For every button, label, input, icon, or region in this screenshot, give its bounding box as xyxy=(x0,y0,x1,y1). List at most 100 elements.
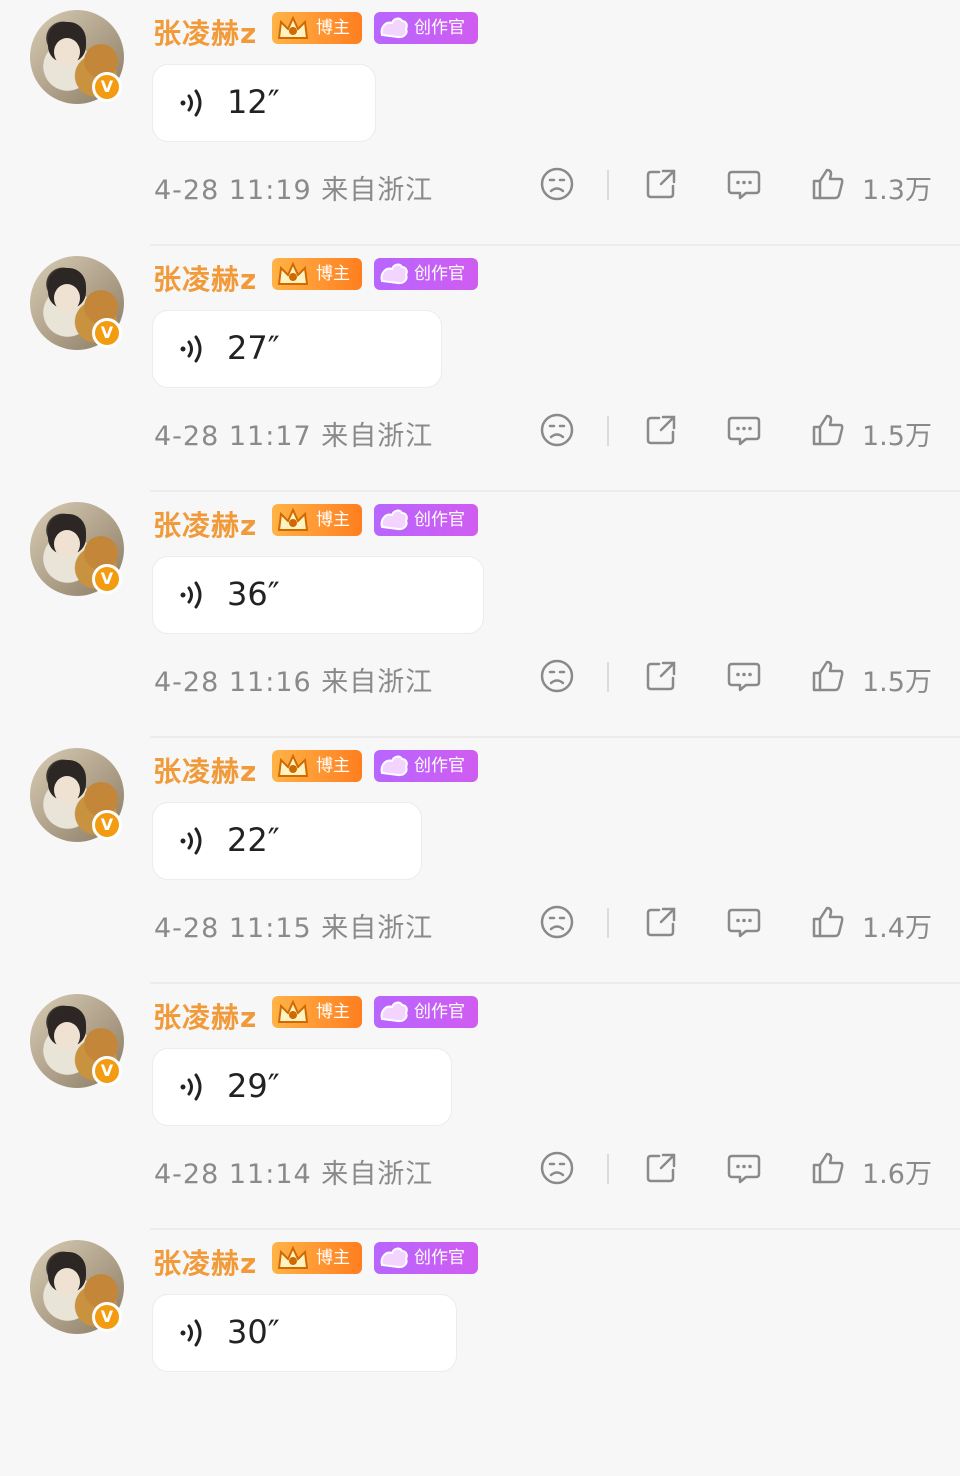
divider xyxy=(607,416,609,446)
dislike-button[interactable] xyxy=(539,1150,575,1186)
thumbs-up-icon xyxy=(812,168,844,200)
verified-v-icon: V xyxy=(92,1302,122,1332)
crown-icon xyxy=(277,753,309,777)
comment-meta: 4-28 11:14 来自浙江 xyxy=(154,1152,433,1191)
avatar[interactable]: V xyxy=(30,10,124,104)
crown-icon xyxy=(277,1245,309,1269)
comment-button[interactable] xyxy=(726,1150,762,1186)
avatar-photo-face xyxy=(54,38,80,66)
voice-message-bubble[interactable]: 12″ xyxy=(152,64,376,142)
share-button[interactable] xyxy=(643,658,679,694)
avatar[interactable]: V xyxy=(30,256,124,350)
like-button[interactable] xyxy=(810,1150,846,1186)
share-button[interactable] xyxy=(643,166,679,202)
divider xyxy=(607,662,609,692)
blogger-badge[interactable]: 博主 xyxy=(272,258,362,290)
comment-time: 4-28 11:16 xyxy=(154,667,312,698)
sad-face-icon xyxy=(540,167,574,201)
like-count: 1.3万 xyxy=(862,175,932,206)
avatar[interactable]: V xyxy=(30,502,124,596)
creator-badge[interactable]: 创作官 xyxy=(374,1242,478,1274)
comment-button[interactable] xyxy=(726,166,762,202)
voice-comment-item: V 张凌赫z 博主 创作官 22″ 4-28 11:15 来自浙江 1.4万 xyxy=(0,738,960,984)
voice-wave-icon xyxy=(180,827,202,855)
username[interactable]: 张凌赫z xyxy=(153,996,257,1036)
hand-icon xyxy=(380,1247,408,1269)
avatar[interactable]: V xyxy=(30,994,124,1088)
share-button[interactable] xyxy=(643,904,679,940)
voice-duration: 27″ xyxy=(227,329,280,367)
like-count: 1.5万 xyxy=(862,667,932,698)
verified-v-icon: V xyxy=(92,72,122,102)
like-button[interactable] xyxy=(810,904,846,940)
blogger-badge[interactable]: 博主 xyxy=(272,750,362,782)
comment-icon xyxy=(727,908,761,938)
like-button[interactable] xyxy=(810,412,846,448)
dislike-button[interactable] xyxy=(539,658,575,694)
blogger-badge[interactable]: 博主 xyxy=(272,1242,362,1274)
share-icon xyxy=(646,169,676,199)
voice-wave-icon xyxy=(180,1319,202,1347)
creator-badge[interactable]: 创作官 xyxy=(374,504,478,536)
divider xyxy=(607,908,609,938)
blogger-badge-label: 博主 xyxy=(316,756,350,776)
avatar-photo-face xyxy=(54,530,80,558)
crown-icon xyxy=(277,999,309,1023)
username[interactable]: 张凌赫z xyxy=(153,1242,257,1282)
crown-icon xyxy=(277,261,309,285)
voice-message-bubble[interactable]: 22″ xyxy=(152,802,422,880)
hand-icon xyxy=(380,17,408,39)
voice-comment-item: V 张凌赫z 博主 创作官 29″ 4-28 11:14 来自浙江 1.6万 xyxy=(0,984,960,1230)
voice-message-bubble[interactable]: 27″ xyxy=(152,310,442,388)
thumbs-up-icon xyxy=(812,414,844,446)
avatar[interactable]: V xyxy=(30,748,124,842)
voice-wave-icon xyxy=(180,335,202,363)
creator-badge-label: 创作官 xyxy=(414,18,465,38)
thumbs-up-icon xyxy=(812,660,844,692)
like-button[interactable] xyxy=(810,658,846,694)
blogger-badge[interactable]: 博主 xyxy=(272,12,362,44)
voice-message-bubble[interactable]: 30″ xyxy=(152,1294,457,1372)
share-button[interactable] xyxy=(643,1150,679,1186)
comment-button[interactable] xyxy=(726,904,762,940)
divider xyxy=(607,1154,609,1184)
share-button[interactable] xyxy=(643,412,679,448)
creator-badge[interactable]: 创作官 xyxy=(374,996,478,1028)
creator-badge[interactable]: 创作官 xyxy=(374,750,478,782)
creator-badge[interactable]: 创作官 xyxy=(374,12,478,44)
like-count: 1.6万 xyxy=(862,1159,932,1190)
username[interactable]: 张凌赫z xyxy=(153,750,257,790)
blogger-badge[interactable]: 博主 xyxy=(272,504,362,536)
voice-duration: 30″ xyxy=(227,1313,280,1351)
username[interactable]: 张凌赫z xyxy=(153,258,257,298)
comment-meta: 4-28 11:15 来自浙江 xyxy=(154,906,433,945)
voice-message-bubble[interactable]: 29″ xyxy=(152,1048,452,1126)
voice-duration: 29″ xyxy=(227,1067,280,1105)
username[interactable]: 张凌赫z xyxy=(153,12,257,52)
divider xyxy=(607,170,609,200)
sad-face-icon xyxy=(540,659,574,693)
comment-button[interactable] xyxy=(726,658,762,694)
dislike-button[interactable] xyxy=(539,412,575,448)
like-button[interactable] xyxy=(810,166,846,202)
voice-message-bubble[interactable]: 36″ xyxy=(152,556,484,634)
creator-badge[interactable]: 创作官 xyxy=(374,258,478,290)
comment-button[interactable] xyxy=(726,412,762,448)
dislike-button[interactable] xyxy=(539,166,575,202)
hand-icon xyxy=(380,263,408,285)
avatar[interactable]: V xyxy=(30,1240,124,1334)
creator-badge-label: 创作官 xyxy=(414,756,465,776)
voice-duration: 12″ xyxy=(227,83,280,121)
blogger-badge[interactable]: 博主 xyxy=(272,996,362,1028)
dislike-button[interactable] xyxy=(539,904,575,940)
comment-time: 4-28 11:19 xyxy=(154,175,312,206)
comment-meta: 4-28 11:16 来自浙江 xyxy=(154,660,433,699)
comment-time: 4-28 11:14 xyxy=(154,1159,312,1190)
username[interactable]: 张凌赫z xyxy=(153,504,257,544)
creator-badge-label: 创作官 xyxy=(414,264,465,284)
blogger-badge-label: 博主 xyxy=(316,1002,350,1022)
voice-wave-icon xyxy=(180,89,202,117)
comment-icon xyxy=(727,416,761,446)
comment-location: 来自浙江 xyxy=(321,175,434,206)
blogger-badge-label: 博主 xyxy=(316,510,350,530)
